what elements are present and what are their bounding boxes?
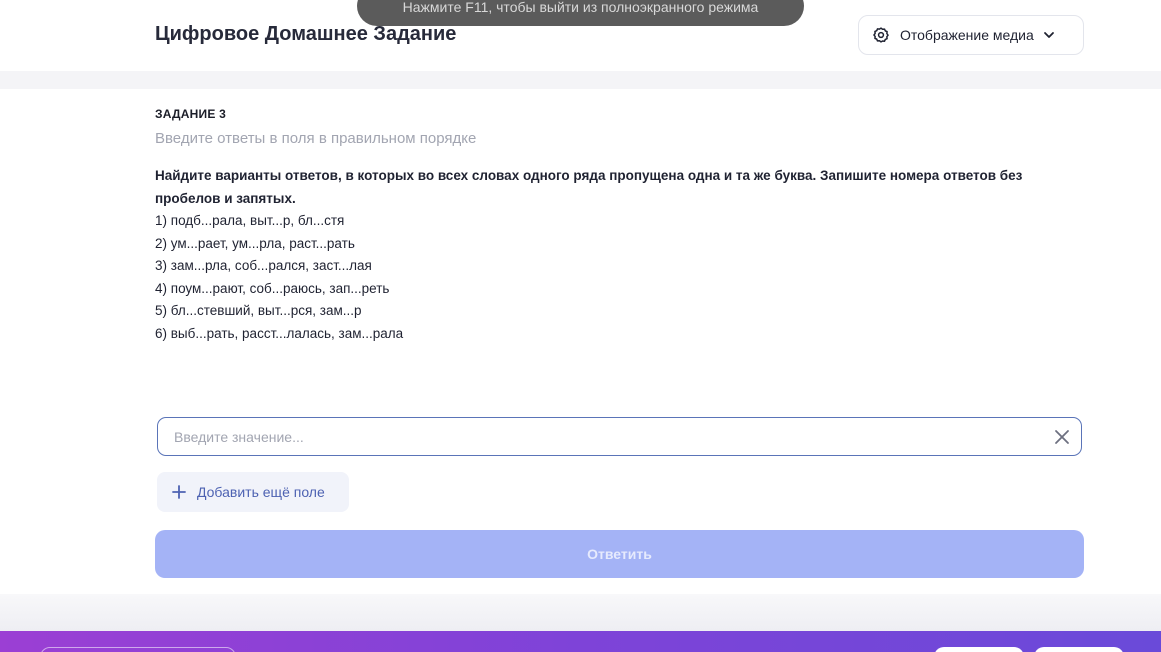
task-card: ЗАДАНИЕ 3 Введите ответы в поля в правил… [0,89,1161,594]
media-display-button-label: Отображение медиа [900,27,1034,43]
task-label: ЗАДАНИЕ 3 [155,107,226,121]
task-option: 5) бл...стевший, выт...рся, зам...р [155,303,362,318]
media-display-button[interactable]: Отображение медиа [858,15,1084,55]
footer-left-button[interactable] [40,647,236,652]
gear-icon [872,26,890,44]
footer-right-button-2[interactable] [1034,647,1124,652]
task-option: 1) подб...рала, выт...р, бл...стя [155,213,345,228]
page-bottom-band [0,594,1161,631]
task-hint: Введите ответы в поля в правильном поряд… [155,130,477,147]
page-title: Цифровое Домашнее Задание [155,23,457,45]
fullscreen-exit-toast: Нажмите F11, чтобы выйти из полноэкранно… [357,0,804,26]
chevron-down-icon [1042,28,1056,42]
add-field-button[interactable]: Добавить ещё поле [157,472,349,512]
task-option: 3) зам...рла, соб...рался, заст...лая [155,258,372,273]
task-option: 6) выб...рать, расст...лалась, зам...рал… [155,325,404,341]
add-field-label: Добавить ещё поле [197,484,325,500]
submit-button-label: Ответить [587,546,652,562]
task-question: Найдите варианты ответов, в которых во в… [155,168,1023,206]
close-icon[interactable] [1053,428,1071,446]
footer-bar [0,631,1161,652]
answer-input[interactable] [158,418,1038,455]
submit-button[interactable]: Ответить [155,530,1084,578]
task-body: Найдите варианты ответов, в которых во в… [155,165,1085,345]
task-option: 2) ум...рает, ум...рла, раст...рать [155,235,355,251]
plus-icon [172,485,186,499]
header-divider-band [0,71,1161,89]
footer-right-button-1[interactable] [934,647,1024,652]
task-option: 4) поум...рают, соб...раюсь, зап...реть [155,280,390,296]
answer-field [157,417,1082,456]
